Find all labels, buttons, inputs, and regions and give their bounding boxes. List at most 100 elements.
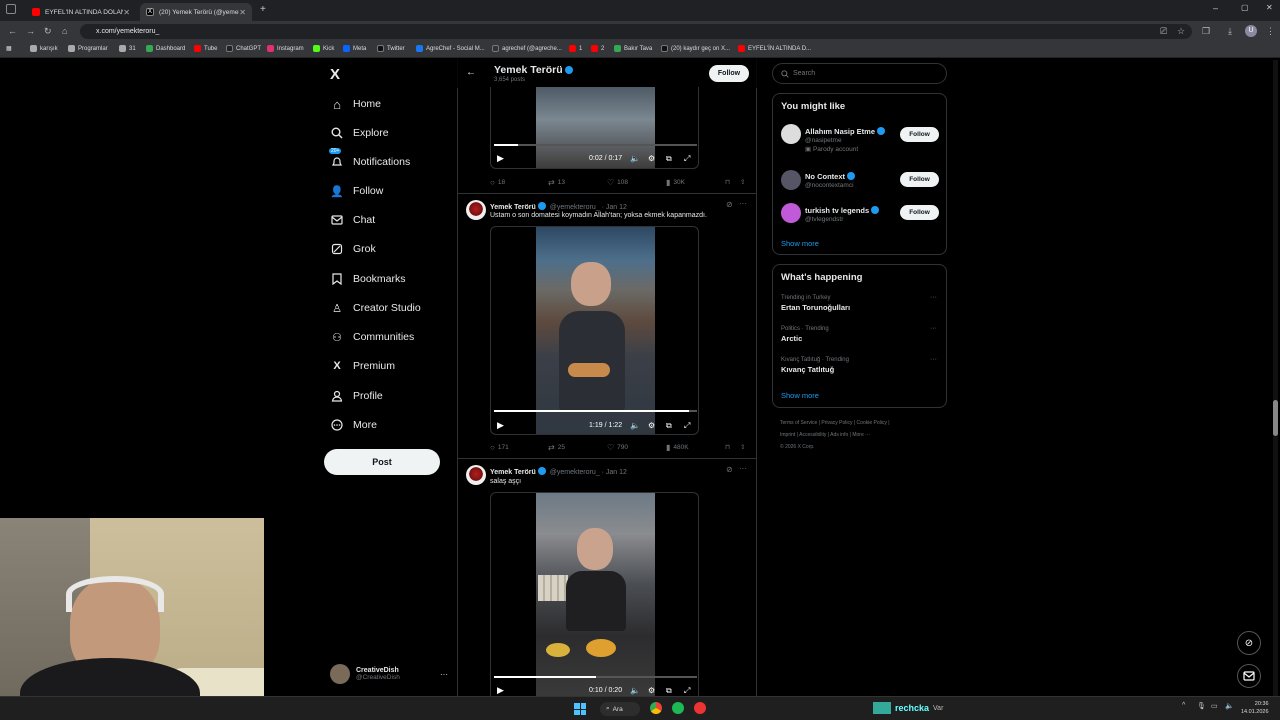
play-icon[interactable]: ▶ — [497, 685, 504, 696]
extensions-icon[interactable]: ❐ — [1202, 26, 1210, 37]
download-icon[interactable]: ⤓ — [1228, 26, 1232, 37]
avatar[interactable] — [781, 124, 801, 144]
volume-icon[interactable]: 🔈 — [630, 686, 640, 695]
speaker-icon[interactable]: 🔈 — [1225, 702, 1234, 710]
forward-icon[interactable]: → — [26, 26, 35, 36]
chrome-icon[interactable] — [650, 702, 662, 714]
bookmark-item[interactable]: Programlar — [68, 45, 108, 52]
mic-icon[interactable]: 🎙 — [1197, 702, 1206, 710]
new-tab-button[interactable]: + — [260, 4, 266, 15]
nav-premium[interactable]: X Premium — [329, 355, 395, 377]
close-icon[interactable]: ✕ — [123, 8, 130, 17]
views-action[interactable]: ▮ 480K — [666, 443, 689, 452]
avatar[interactable] — [466, 200, 486, 220]
more-dots-icon[interactable]: ··· — [930, 356, 937, 363]
nav-bookmarks[interactable]: Bookmarks — [329, 268, 406, 290]
browser-tab-active[interactable]: X (20) Yemek Terörü (@yemekt ✕ — [140, 3, 252, 21]
post-button[interactable]: Post — [324, 449, 440, 475]
author-name[interactable]: Yemek Terörü — [490, 204, 536, 211]
bookmark-item[interactable]: (20) kaydır geç on X... — [661, 45, 730, 52]
show-more-link[interactable]: Show more — [781, 239, 819, 248]
trend-item[interactable]: Politics · Trending Arctic — [781, 326, 829, 343]
nav-chat[interactable]: Chat — [329, 209, 375, 231]
bookmark-item[interactable]: Kick — [313, 45, 334, 52]
avatar[interactable] — [466, 465, 486, 485]
video-progress-track[interactable] — [494, 144, 697, 146]
author-name[interactable]: Yemek Terörü — [490, 469, 536, 476]
windows-start-icon[interactable] — [574, 703, 586, 715]
grok-icon[interactable]: ⊘ — [726, 200, 733, 209]
nav-profile[interactable]: Profile — [329, 385, 383, 407]
author-handle[interactable]: @yemekteroru_ — [550, 204, 600, 211]
pip-icon[interactable]: ⧉ — [666, 154, 672, 164]
bookmark-item[interactable]: EYFEL'İN ALTINDA D... — [738, 45, 811, 52]
home-browser-icon[interactable]: ⌂ — [62, 26, 67, 36]
grok-icon[interactable]: ⊘ — [726, 465, 733, 474]
play-icon[interactable]: ▶ — [497, 420, 504, 431]
minimize-icon[interactable]: – — [1213, 3, 1218, 13]
fullscreen-icon[interactable]: ⤢ — [684, 686, 690, 696]
suggestion-item[interactable]: turkish tv legends @tvlegendstr — [805, 204, 880, 223]
network-icon[interactable]: ▭ — [1211, 702, 1218, 710]
footer-link[interactable]: Cookie Policy — [857, 420, 887, 426]
back-icon[interactable]: ← — [8, 26, 17, 36]
browser-tab[interactable]: EYFEL'İN ALTINDA DOLANDIRI ✕ — [26, 3, 136, 21]
footer-link[interactable]: Privacy Policy — [821, 420, 852, 426]
bookmark-item[interactable]: 1 — [569, 45, 582, 52]
bookmark-item[interactable]: AgreChef - Social M... — [416, 45, 485, 52]
bookmark-item[interactable]: Dashboard — [146, 45, 185, 52]
follow-button[interactable]: Follow — [900, 127, 939, 142]
more-dots-icon[interactable]: ··· — [930, 294, 937, 301]
nav-notifications[interactable]: 20+ Notifications — [329, 148, 410, 173]
nav-grok[interactable]: Grok — [329, 238, 376, 260]
bookmark-item[interactable]: 31 — [119, 45, 136, 52]
bookmark-item[interactable]: Tube — [194, 45, 217, 52]
reply-action[interactable]: ○ 171 — [490, 443, 509, 452]
repost-action[interactable]: ⇄ 25 — [548, 443, 565, 452]
messages-fab[interactable] — [1237, 664, 1261, 688]
follow-button[interactable]: Follow — [900, 205, 939, 220]
suggestion-item[interactable]: Allahım Nasip Etme @nasipetme ▣ Parody a… — [805, 125, 886, 153]
nav-communities[interactable]: ⚇ Communities — [329, 326, 414, 348]
views-action[interactable]: ▮ 30K — [666, 178, 685, 187]
window-close-icon[interactable]: ✕ — [1266, 3, 1273, 12]
reload-icon[interactable]: ↻ — [44, 26, 52, 37]
clock[interactable]: 20:36 14.01.2026 — [1241, 700, 1269, 716]
settings-gear-icon[interactable]: ⚙ — [648, 686, 655, 695]
tweet-video[interactable]: ▶ 0:02 / 0:17 🔈 ⚙ ⧉ ⤢ — [490, 87, 699, 169]
menu-kebab-icon[interactable]: ⋮ — [1266, 26, 1275, 37]
author-handle[interactable]: @yemekteroru_ — [550, 469, 600, 476]
share-icon[interactable]: ⇧ — [740, 178, 745, 186]
tab-search-icon[interactable] — [6, 4, 16, 14]
follow-button[interactable]: Follow — [709, 65, 749, 82]
url-input[interactable]: x.com/yemekteroru_ — [80, 24, 1192, 39]
show-more-link[interactable]: Show more — [781, 391, 819, 400]
search-input[interactable]: Search — [772, 63, 947, 84]
bookmark-item[interactable]: Meta — [343, 45, 366, 52]
follow-button[interactable]: Follow — [900, 172, 939, 187]
install-app-icon[interactable]: ⎚ — [1160, 26, 1167, 37]
settings-gear-icon[interactable]: ⚙ — [648, 421, 655, 430]
bookmark-item[interactable]: 2 — [591, 45, 604, 52]
footer-link[interactable]: Accessibility — [799, 432, 826, 438]
back-arrow-icon[interactable]: ← — [466, 67, 476, 78]
footer-link[interactable]: Imprint — [780, 432, 795, 438]
volume-icon[interactable]: 🔈 — [630, 421, 640, 430]
apps-grid-icon[interactable]: ▦ — [6, 45, 12, 52]
taskbar-search[interactable]: ⌕ Ara — [600, 702, 640, 716]
fullscreen-icon[interactable]: ⤢ — [684, 154, 690, 164]
bookmark-item[interactable]: agrechef (@agreche... — [492, 45, 562, 52]
bookmark-item[interactable]: karışık — [30, 45, 58, 52]
nav-creator-studio[interactable]: ♙ Creator Studio — [329, 297, 421, 319]
settings-gear-icon[interactable]: ⚙ — [648, 154, 655, 163]
nav-home[interactable]: ⌂ Home — [329, 93, 381, 115]
fullscreen-icon[interactable]: ⤢ — [684, 421, 690, 431]
bookmark-item[interactable]: Twitter — [377, 45, 405, 52]
tweet-date[interactable]: · Jan 12 — [602, 469, 627, 476]
x-logo-icon[interactable]: X — [330, 66, 340, 83]
tray-chevron-icon[interactable]: ^ — [1182, 702, 1185, 709]
share-icon[interactable]: ⇧ — [740, 443, 745, 451]
maximize-icon[interactable]: ▢ — [1241, 3, 1249, 12]
bookmark-star-icon[interactable]: ☆ — [1177, 26, 1185, 37]
more-dots-icon[interactable]: ··· — [739, 199, 747, 208]
